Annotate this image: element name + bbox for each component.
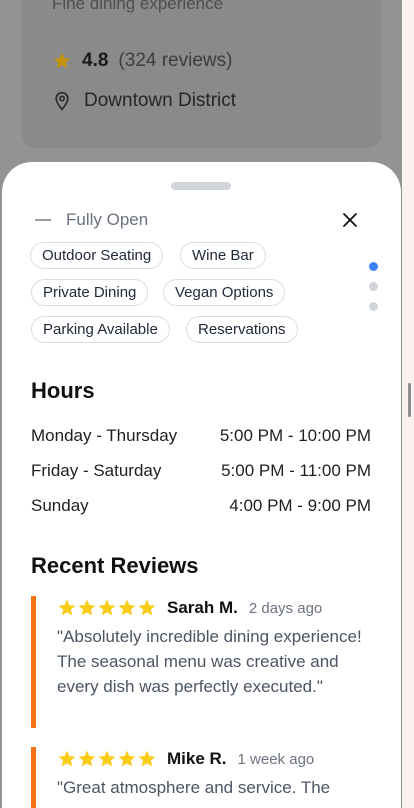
amenity-tag[interactable]: Vegan Options (163, 279, 286, 306)
star-icon (98, 599, 116, 616)
review-text: "Great atmosphere and service. The (57, 778, 331, 797)
star-icon (98, 750, 116, 767)
amenity-tag[interactable]: Private Dining (31, 279, 149, 306)
hours-title: Hours (31, 378, 95, 403)
amenity-tag[interactable]: Wine Bar (180, 242, 266, 269)
minus-icon (35, 219, 51, 221)
star-icon (58, 599, 76, 616)
review-item: Sarah M. 2 days ago "Absolutely incredib… (31, 596, 381, 728)
page-dot-active[interactable] (369, 262, 378, 271)
restaurant-subtitle: Fine dining experience (52, 0, 224, 13)
reviewer-name: Sarah M. (167, 598, 238, 617)
bottom-sheet: Fully Open Outdoor Seating Wine Bar Priv… (2, 162, 401, 808)
amenity-tag[interactable]: Reservations (186, 316, 298, 343)
star-icon (78, 750, 96, 767)
page-dot[interactable] (369, 302, 378, 311)
page-background: Fine dining experience 4.8 (324 reviews)… (0, 0, 402, 808)
sheet-state: Fully Open (35, 210, 148, 230)
close-icon[interactable] (340, 210, 360, 230)
page-indicator (369, 262, 378, 322)
hours-time: 5:00 PM - 10:00 PM (219, 426, 371, 445)
reviewer-name: Mike R. (167, 749, 227, 768)
restaurant-card (22, 0, 381, 148)
scrollbar-thumb[interactable] (408, 383, 411, 417)
reviews-title: Recent Reviews (31, 553, 199, 578)
hours-day: Sunday (31, 496, 89, 515)
star-icon (138, 599, 156, 616)
review-text: "Absolutely incredible dining experience… (57, 627, 362, 696)
review-header: Mike R. 1 week ago (57, 747, 381, 771)
star-icon (118, 750, 136, 767)
sheet-drag-handle[interactable] (171, 182, 231, 190)
review-count: (324 reviews) (118, 50, 233, 71)
star-rating (57, 598, 157, 618)
rating-value: 4.8 (82, 50, 109, 71)
review-time: 2 days ago (248, 599, 323, 617)
star-icon (138, 750, 156, 767)
star-rating (57, 749, 157, 769)
hours-day: Monday - Thursday (31, 426, 178, 445)
star-icon (78, 599, 96, 616)
sheet-state-label: Fully Open (66, 210, 149, 229)
review-item: Mike R. 1 week ago "Great atmosphere and… (31, 747, 381, 808)
star-icon (118, 599, 136, 616)
hours-time: 4:00 PM - 9:00 PM (229, 496, 371, 515)
amenity-tag[interactable]: Parking Available (31, 316, 170, 343)
review-header: Sarah M. 2 days ago (57, 596, 381, 620)
hours-day: Friday - Saturday (31, 461, 162, 480)
location-text: Downtown District (84, 90, 237, 111)
star-icon (53, 52, 71, 69)
amenity-tag[interactable]: Outdoor Seating (30, 242, 164, 269)
rating-row: 4.8 (324 reviews) (52, 50, 232, 72)
star-icon (58, 750, 76, 767)
review-time: 1 week ago (237, 750, 315, 768)
hours-time: 5:00 PM - 11:00 PM (221, 461, 371, 480)
location-row: Downtown District (52, 90, 236, 112)
page-dot[interactable] (369, 282, 378, 291)
location-pin-icon (55, 91, 69, 111)
